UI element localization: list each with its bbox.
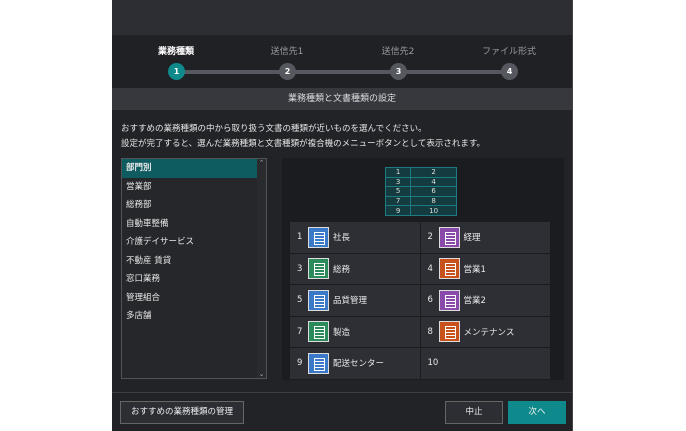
step-dot-4: 4 [501, 63, 518, 80]
document-icon [308, 321, 329, 343]
layout-preview-cell: 4 [410, 176, 457, 188]
document-button[interactable]: 6 営業2 [420, 285, 550, 316]
section-title: 業務種類と文書種類の設定 [112, 88, 572, 110]
document-icon [438, 321, 460, 343]
document-button[interactable]: 9 配送センター [290, 348, 420, 379]
document-button[interactable]: 4 営業1 [420, 253, 550, 284]
button-number: 1 [297, 232, 303, 243]
stepper-track [176, 70, 510, 74]
list-item[interactable]: 部門別 [122, 159, 258, 178]
stepper: 業務種類 送信先1 送信先2 ファイル形式 1 2 3 4 [112, 35, 572, 88]
button-number: 8 [427, 326, 433, 337]
document-icon [308, 226, 329, 248]
business-type-list[interactable]: 部門別 営業部 総務部 自動車整備 介護デイサービス 不動産 賃貸 窓口業務 管… [121, 158, 267, 379]
step-label-4: ファイル形式 [481, 47, 536, 57]
description-line-2: 設定が完了すると、選んだ業務種類と文書種類が複合機のメニューボタンとして表示され… [121, 139, 486, 149]
document-button-grid: 1 社長 2 経理 3 総務 4 営業1 5 品質管理 6 営業2 7 製造 8 メンテナンス 9 配送センター 1… [290, 222, 550, 379]
list-item[interactable]: 不動産 賃貸 [122, 252, 258, 271]
list-item[interactable]: 自動車整備 [122, 215, 258, 234]
list-item[interactable]: 管理組合 [122, 289, 258, 308]
step-label-2: 送信先1 [270, 47, 304, 57]
layout-preview-cell: 5 [384, 186, 412, 197]
step-label-1: 業務種類 [157, 47, 194, 57]
list-item[interactable]: 多店舗 [122, 307, 258, 326]
document-icon [308, 352, 329, 374]
button-label: 営業2 [463, 296, 486, 307]
step-dot-2: 2 [279, 63, 296, 80]
document-icon [308, 258, 329, 280]
button-label: 製造 [333, 327, 351, 338]
layout-preview-row: 56 [384, 186, 457, 197]
list-item[interactable]: 介護デイサービス [122, 233, 258, 252]
button-label: 品質管理 [333, 296, 368, 307]
list-item[interactable]: 営業部 [122, 178, 258, 197]
layout-preview-cell: 9 [384, 205, 412, 216]
scroll-up-icon[interactable]: ⌃ [257, 159, 266, 167]
document-icon [438, 258, 460, 280]
document-button[interactable]: 3 総務 [290, 253, 420, 284]
layout-preview: 1 2 3 4 5 6 7 8 9 10 [384, 167, 457, 216]
button-number: 4 [427, 263, 433, 274]
step-dot-1: 1 [168, 63, 185, 80]
layout-preview-cell: 7 [384, 195, 412, 207]
document-button[interactable]: 5 品質管理 [290, 285, 420, 316]
layout-preview-cell: 2 [410, 167, 457, 178]
document-button[interactable]: 1 社長 [290, 222, 420, 253]
title-bar [112, 0, 572, 35]
button-label: 社長 [333, 233, 351, 244]
button-number: 5 [297, 295, 303, 306]
document-button[interactable]: 10 [420, 348, 550, 379]
document-icon [438, 289, 460, 311]
scrollbar[interactable]: ⌃ ⌄ [257, 159, 266, 378]
button-label: 総務 [333, 264, 351, 275]
layout-preview-row: 12 [384, 167, 457, 178]
button-label: 経理 [463, 233, 481, 244]
footer: おすすめの業務種類の管理 中止 次へ [112, 392, 572, 431]
layout-preview-cell: 3 [384, 176, 412, 188]
button-number: 9 [297, 358, 303, 369]
list-item[interactable]: 総務部 [122, 196, 258, 215]
layout-preview-cell: 10 [410, 205, 457, 216]
button-number: 2 [427, 232, 433, 243]
button-number: 6 [427, 295, 433, 306]
document-button[interactable]: 2 経理 [420, 222, 550, 253]
list-item[interactable]: 窓口業務 [122, 270, 258, 289]
layout-preview-cell: 1 [384, 167, 412, 178]
layout-preview-row: 34 [384, 176, 457, 188]
cancel-button[interactable]: 中止 [445, 401, 503, 424]
document-button[interactable]: 7 製造 [290, 316, 420, 347]
document-icon [438, 226, 460, 248]
layout-preview-row: 78 [384, 195, 457, 207]
layout-preview-row: 9 10 [384, 205, 457, 216]
scroll-down-icon[interactable]: ⌄ [257, 370, 266, 378]
step-dot-3: 3 [390, 63, 407, 80]
description-line-1: おすすめの業務種類の中から取り扱う文書の種類が近いものを選んでください。 [121, 124, 427, 134]
button-label: メンテナンス [463, 327, 515, 338]
document-icon [308, 289, 329, 311]
step-label-3: 送信先2 [381, 47, 415, 57]
next-button[interactable]: 次へ [508, 401, 566, 424]
layout-preview-cell: 8 [410, 195, 457, 207]
button-label: 営業1 [463, 264, 486, 275]
manage-recommended-button[interactable]: おすすめの業務種類の管理 [120, 401, 244, 424]
setup-dialog: 業務種類 送信先1 送信先2 ファイル形式 1 2 3 4 業務種類と文書種類の… [112, 0, 573, 431]
button-number: 7 [297, 326, 303, 337]
button-number: 10 [427, 358, 439, 369]
button-number: 3 [297, 263, 303, 274]
layout-preview-cell: 6 [410, 186, 457, 197]
button-label: 配送センター [333, 359, 385, 370]
document-button[interactable]: 8 メンテナンス [420, 316, 550, 347]
preview-panel: 1 2 3 4 5 6 7 8 9 10 1 社長 2 経理 3 総務 4 営業1 5 品質管理 6 営業2 7 製造 8 メン… [282, 158, 564, 380]
